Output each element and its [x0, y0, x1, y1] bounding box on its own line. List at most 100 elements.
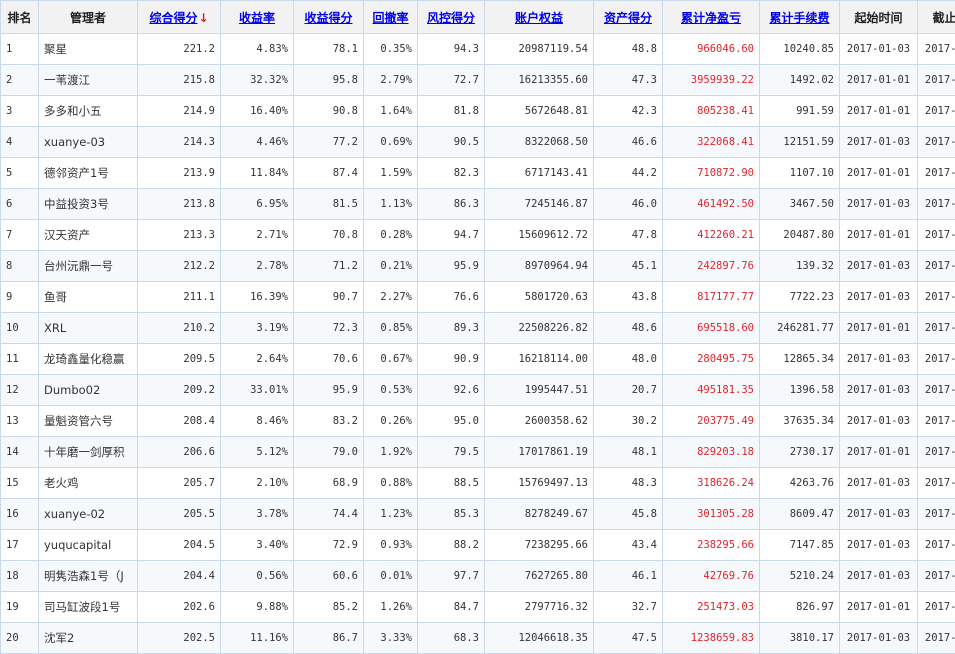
risk-score-cell: 76.6 [418, 282, 485, 313]
fee-cell: 20487.80 [760, 220, 840, 251]
return-score-cell: 72.3 [294, 313, 364, 344]
rank-cell: 4 [1, 127, 39, 158]
return-score-cell: 79.0 [294, 437, 364, 468]
score-cell: 213.9 [138, 158, 221, 189]
return-cell: 11.84% [221, 158, 294, 189]
score-cell: 210.2 [138, 313, 221, 344]
table-row: 14十年磨一剑厚积206.65.12%79.01.92%79.517017861… [1, 437, 955, 468]
pnl-cell: 817177.77 [663, 282, 760, 313]
equity-cell: 7238295.66 [485, 530, 594, 561]
table-row: 12Dumbo02209.233.01%95.90.53%92.61995447… [1, 375, 955, 406]
end-date-cell: 2017-01-18 [918, 251, 955, 282]
rank-cell: 7 [1, 220, 39, 251]
return-score-cell: 71.2 [294, 251, 364, 282]
sort-by-drawdown-link[interactable]: 回撤率 [372, 11, 408, 25]
sort-by-return-score-link[interactable]: 收益得分 [304, 11, 352, 25]
rank-cell: 6 [1, 189, 39, 220]
return-score-cell: 60.6 [294, 561, 364, 592]
drawdown-cell: 1.26% [364, 592, 418, 623]
asset-score-cell: 46.0 [594, 189, 663, 220]
end-date-cell: 2017-01-17 [918, 158, 955, 189]
drawdown-cell: 0.28% [364, 220, 418, 251]
return-cell: 3.78% [221, 499, 294, 530]
risk-score-cell: 72.7 [418, 65, 485, 96]
pnl-cell: 251473.03 [663, 592, 760, 623]
return-cell: 2.78% [221, 251, 294, 282]
sort-by-pnl-link[interactable]: 累计净盈亏 [681, 11, 741, 25]
table-row: 19司马缸波段1号202.69.88%85.21.26%84.72797716.… [1, 592, 955, 623]
manager-cell: 沈军2 [39, 623, 138, 654]
rank-cell: 16 [1, 499, 39, 530]
risk-score-cell: 92.6 [418, 375, 485, 406]
rank-cell: 10 [1, 313, 39, 344]
rank-cell: 9 [1, 282, 39, 313]
pnl-cell: 461492.50 [663, 189, 760, 220]
table-body: 1聚星221.24.83%78.10.35%94.320987119.5448.… [1, 34, 955, 654]
score-cell: 202.5 [138, 623, 221, 654]
pnl-cell: 42769.76 [663, 561, 760, 592]
header-return-score: 收益得分 [294, 1, 364, 34]
manager-cell: 聚星 [39, 34, 138, 65]
header-pnl: 累计净盈亏 [663, 1, 760, 34]
return-cell: 5.12% [221, 437, 294, 468]
drawdown-cell: 0.69% [364, 127, 418, 158]
manager-cell: 中益投资3号 [39, 189, 138, 220]
end-date-cell: 2017-01-17 [918, 96, 955, 127]
pnl-cell: 829203.18 [663, 437, 760, 468]
risk-score-cell: 88.2 [418, 530, 485, 561]
equity-cell: 15769497.13 [485, 468, 594, 499]
asset-score-cell: 46.1 [594, 561, 663, 592]
start-date-cell: 2017-01-01 [840, 158, 918, 189]
risk-score-cell: 90.9 [418, 344, 485, 375]
manager-cell: XRL [39, 313, 138, 344]
asset-score-cell: 48.8 [594, 34, 663, 65]
sort-by-score-link[interactable]: 综合得分 [149, 11, 197, 25]
start-date-cell: 2017-01-01 [840, 437, 918, 468]
score-cell: 209.5 [138, 344, 221, 375]
sort-by-return-link[interactable]: 收益率 [239, 11, 275, 25]
end-date-cell: 2017-01-17 [918, 65, 955, 96]
end-date-cell: 2017-01-17 [918, 592, 955, 623]
drawdown-cell: 3.33% [364, 623, 418, 654]
equity-cell: 17017861.19 [485, 437, 594, 468]
return-score-cell: 86.7 [294, 623, 364, 654]
fee-cell: 7147.85 [760, 530, 840, 561]
risk-score-cell: 95.0 [418, 406, 485, 437]
end-date-cell: 2017-01-18 [918, 282, 955, 313]
score-cell: 205.5 [138, 499, 221, 530]
sort-desc-icon: ↓ [198, 11, 208, 25]
return-score-cell: 90.8 [294, 96, 364, 127]
drawdown-cell: 0.21% [364, 251, 418, 282]
equity-cell: 5801720.63 [485, 282, 594, 313]
score-cell: 214.3 [138, 127, 221, 158]
drawdown-cell: 1.64% [364, 96, 418, 127]
rank-cell: 5 [1, 158, 39, 189]
table-row: 13量魁资管六号208.48.46%83.20.26%95.02600358.6… [1, 406, 955, 437]
sort-by-fee-link[interactable]: 累计手续费 [769, 11, 829, 25]
rank-cell: 17 [1, 530, 39, 561]
table-row: 5德邻资产1号213.911.84%87.41.59%82.36717143.4… [1, 158, 955, 189]
score-cell: 209.2 [138, 375, 221, 406]
header-end: 截止时间 [918, 1, 955, 34]
equity-cell: 16218114.00 [485, 344, 594, 375]
sort-by-asset-score-link[interactable]: 资产得分 [604, 11, 652, 25]
asset-score-cell: 47.5 [594, 623, 663, 654]
rank-cell: 12 [1, 375, 39, 406]
end-date-cell: 2017-01-18 [918, 127, 955, 158]
equity-cell: 15609612.72 [485, 220, 594, 251]
equity-cell: 5672648.81 [485, 96, 594, 127]
return-cell: 2.71% [221, 220, 294, 251]
risk-score-cell: 84.7 [418, 592, 485, 623]
risk-score-cell: 94.7 [418, 220, 485, 251]
sort-by-risk-score-link[interactable]: 风控得分 [427, 11, 475, 25]
score-cell: 213.8 [138, 189, 221, 220]
risk-score-cell: 82.3 [418, 158, 485, 189]
fee-cell: 12865.34 [760, 344, 840, 375]
asset-score-cell: 47.8 [594, 220, 663, 251]
manager-cell: yuqucapital [39, 530, 138, 561]
header-drawdown: 回撤率 [364, 1, 418, 34]
drawdown-cell: 0.35% [364, 34, 418, 65]
end-date-cell: 2017-01-18 [918, 189, 955, 220]
sort-by-equity-link[interactable]: 账户权益 [515, 11, 563, 25]
end-date-cell: 2017-01-18 [918, 561, 955, 592]
